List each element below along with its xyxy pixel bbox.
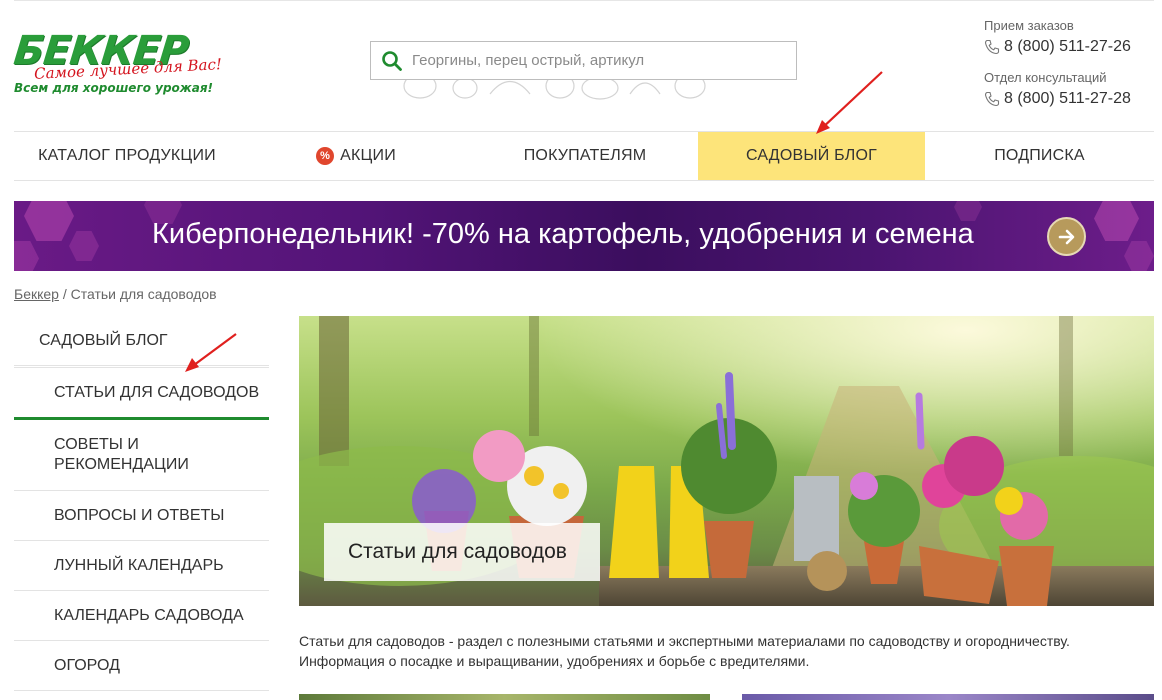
phone-link[interactable]: 8 (800) 511-27-28: [984, 88, 1154, 110]
contact-orders: Прием заказов 8 (800) 511-27-26: [984, 18, 1154, 58]
sidebar-item-label: ЛУННЫЙ КАЛЕНДАРЬ: [54, 556, 224, 574]
logo-tagline: Всем для хорошего урожая!: [14, 81, 214, 95]
banner-arrow-button[interactable]: [1047, 217, 1086, 256]
sidebar-item-label: СОВЕТЫ И РЕКОМЕНДАЦИИ: [54, 436, 189, 473]
sidebar-item-faq[interactable]: ВОПРОСЫ И ОТВЕТЫ: [14, 491, 269, 541]
search-box[interactable]: [370, 41, 797, 80]
logo[interactable]: БЕККЕР Самое лучшее для Вас! Всем для хо…: [12, 28, 224, 100]
breadcrumb-current: Статьи для садоводов: [70, 286, 217, 302]
page: БЕККЕР Самое лучшее для Вас! Всем для хо…: [0, 0, 1162, 700]
arrow-right-icon: [1058, 229, 1074, 244]
breadcrumb-separator: /: [62, 286, 67, 302]
breadcrumb-home-link[interactable]: Беккер: [14, 286, 59, 302]
nav-item-label: ПОКУПАТЕЛЯМ: [523, 147, 647, 164]
percent-icon: %: [316, 147, 335, 165]
phone-link[interactable]: 8 (800) 511-27-26: [984, 36, 1154, 58]
nav-item-label: КАТАЛОГ ПРОДУКЦИИ: [38, 147, 216, 164]
banner-decoration: [69, 231, 99, 261]
sidebar-item-label: СТАТЬИ ДЛЯ САДОВОДОВ: [54, 383, 260, 401]
nav-item-label: АКЦИИ: [340, 147, 396, 164]
phone-number: 8 (800) 511-27-26: [1004, 38, 1131, 55]
banner-decoration: [1124, 241, 1154, 271]
banner-text: Киберпонедельник! -70% на картофель, удо…: [152, 218, 974, 250]
section-description: Статьи для садоводов - раздел с полезным…: [299, 631, 1154, 671]
banner-decoration: [14, 241, 39, 271]
hero-caption: Статьи для садоводов: [324, 523, 600, 581]
article-thumbnail[interactable]: [299, 694, 710, 700]
sidebar-item-lunar-calendar[interactable]: ЛУННЫЙ КАЛЕНДАРЬ: [14, 541, 269, 591]
banner-decoration: [1094, 201, 1139, 241]
article-thumbnail[interactable]: [742, 694, 1154, 700]
sidebar-item-tips[interactable]: СОВЕТЫ И РЕКОМЕНДАЦИИ: [14, 420, 269, 491]
contact-consult: Отдел консультаций 8 (800) 511-27-28: [984, 70, 1154, 110]
contacts: Прием заказов 8 (800) 511-27-26 Отдел ко…: [984, 18, 1154, 110]
breadcrumb: Беккер / Статьи для садоводов: [14, 286, 217, 302]
sidebar-item-label: ОГОРОД: [54, 656, 120, 674]
annotation-arrow-icon: [185, 333, 237, 372]
contact-label: Прием заказов: [984, 18, 1074, 33]
search-icon[interactable]: [381, 50, 403, 72]
nav-item-customers[interactable]: ПОКУПАТЕЛЯМ: [472, 132, 698, 180]
sidebar-item-label: КАЛЕНДАРЬ САДОВОДА: [54, 606, 244, 624]
phone-number: 8 (800) 511-27-28: [1004, 90, 1131, 107]
phone-icon: [984, 91, 1000, 107]
annotation-arrow-icon: [816, 71, 883, 134]
banner-decoration: [24, 201, 74, 241]
description-line: Статьи для садоводов - раздел с полезным…: [299, 633, 1070, 649]
top-divider: [14, 0, 1154, 2]
hero-image[interactable]: Статьи для садоводов: [299, 316, 1154, 606]
promo-banner[interactable]: Киберпонедельник! -70% на картофель, удо…: [14, 201, 1154, 271]
nav-item-promo[interactable]: % АКЦИИ: [240, 132, 472, 180]
sidebar-item-vegetable-garden[interactable]: ОГОРОД: [14, 641, 269, 691]
nav-item-subscription[interactable]: ПОДПИСКА: [925, 132, 1154, 180]
description-line: Информация о посадке и выращивании, удоб…: [299, 653, 810, 669]
sidebar-item-gardener-calendar[interactable]: КАЛЕНДАРЬ САДОВОДА: [14, 591, 269, 641]
nav-item-label: ПОДПИСКА: [994, 147, 1085, 164]
sidebar-item-label: ВОПРОСЫ И ОТВЕТЫ: [54, 506, 225, 524]
nav-item-label: САДОВЫЙ БЛОГ: [746, 147, 877, 164]
article-thumbnails: [299, 694, 1154, 700]
search-input[interactable]: [412, 52, 782, 69]
contact-label: Отдел консультаций: [984, 70, 1107, 85]
main-nav: КАТАЛОГ ПРОДУКЦИИ % АКЦИИ ПОКУПАТЕЛЯМ СА…: [14, 131, 1154, 181]
phone-icon: [984, 39, 1000, 55]
nav-item-catalog[interactable]: КАТАЛОГ ПРОДУКЦИИ: [14, 132, 240, 180]
